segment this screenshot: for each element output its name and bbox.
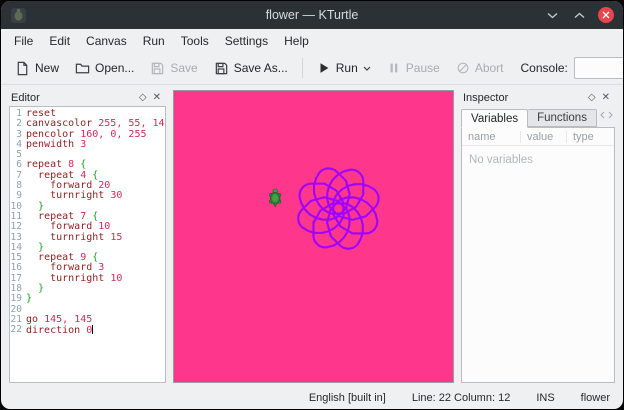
new-document-icon [15, 61, 30, 76]
menu-item-canvas[interactable]: Canvas [78, 31, 135, 51]
titlebar[interactable]: flower — KTurtle [1, 1, 623, 29]
editor-dock-header: Editor ◇ ✕ [9, 90, 166, 106]
code-text: penwidth 3 [26, 140, 86, 150]
inspector-dock: Inspector ◇ ✕ Variables Functions name v… [461, 90, 615, 383]
editor-title: Editor [11, 92, 136, 104]
status-language: English [built in] [309, 392, 386, 404]
open-button[interactable]: Open... [68, 57, 141, 80]
inspector-tabs: Variables Functions [461, 106, 615, 127]
menu-item-tools[interactable]: Tools [173, 31, 217, 51]
editor-dock: Editor ◇ ✕ 1reset2canvascolor 255, 55, 1… [9, 90, 166, 383]
app-icon [10, 7, 27, 24]
main-content: Editor ◇ ✕ 1reset2canvascolor 255, 55, 1… [1, 85, 623, 387]
abort-button[interactable]: Abort [449, 57, 511, 79]
inspector-float-button[interactable]: ◇ [585, 93, 599, 103]
code-text: go 145, 145 [26, 315, 92, 325]
window-title: flower — KTurtle [1, 8, 623, 22]
inspector-close-button[interactable]: ✕ [599, 93, 613, 103]
inspector-title: Inspector [463, 92, 585, 104]
new-button[interactable]: New [8, 57, 66, 80]
status-insert-mode: INS [536, 392, 554, 404]
text-cursor [92, 325, 93, 334]
menu-item-file[interactable]: File [6, 31, 41, 51]
save-button-label: Save [170, 61, 197, 75]
abort-button-label: Abort [475, 61, 504, 75]
variables-table-header: name value type [462, 128, 614, 146]
open-folder-icon [75, 61, 90, 76]
new-button-label: New [35, 61, 59, 75]
kturtle-window: flower — KTurtle File Edit Canvas Run To… [0, 0, 624, 410]
code-line[interactable]: 4penwidth 3 [10, 140, 165, 150]
console-label: Console: [521, 61, 568, 75]
code-line[interactable]: 18 } [10, 284, 165, 294]
code-text: } [26, 294, 32, 304]
pause-button-label: Pause [406, 61, 440, 75]
no-variables-text: No variables [462, 146, 614, 166]
pause-button[interactable]: Pause [380, 57, 447, 79]
toolbar: New Open... Save Save As... Run Pause Ab… [1, 52, 623, 85]
status-cursor-position: Line: 22 Column: 12 [412, 392, 510, 404]
line-number: 22 [10, 325, 26, 335]
inspector-dock-header: Inspector ◇ ✕ [461, 90, 615, 106]
menu-item-help[interactable]: Help [276, 31, 317, 51]
statusbar: English [built in] Line: 22 Column: 12 I… [1, 387, 623, 409]
save-button[interactable]: Save [143, 57, 204, 80]
editor-float-button[interactable]: ◇ [136, 93, 150, 103]
menubar: File Edit Canvas Run Tools Settings Help [1, 29, 623, 52]
open-button-label: Open... [95, 61, 134, 75]
code-text: direction 0 [26, 325, 93, 335]
run-button[interactable]: Run [310, 57, 378, 79]
canvas-drawing [174, 91, 453, 382]
column-header-type[interactable]: type [566, 131, 614, 143]
menu-item-run[interactable]: Run [135, 31, 173, 51]
status-filename: flower [581, 392, 610, 404]
save-as-icon [214, 61, 229, 76]
chevron-down-icon [363, 66, 371, 71]
tab-variables[interactable]: Variables [461, 109, 528, 128]
column-header-value[interactable]: value [520, 131, 566, 143]
tab-scroll-right-button[interactable] [608, 106, 613, 124]
save-as-button-label: Save As... [234, 61, 288, 75]
variables-panel: name value type No variables [461, 127, 615, 383]
console-combobox[interactable] [574, 57, 624, 79]
tab-functions[interactable]: Functions [528, 109, 597, 127]
column-header-name[interactable]: name [462, 131, 520, 143]
editor-close-button[interactable]: ✕ [150, 93, 164, 103]
run-button-label: Run [336, 61, 358, 75]
menu-item-settings[interactable]: Settings [217, 31, 276, 51]
save-icon [150, 61, 165, 76]
close-button[interactable] [598, 7, 614, 23]
code-editor[interactable]: 1reset2canvascolor 255, 55, 1403pencolor… [9, 106, 166, 383]
abort-icon [456, 61, 470, 75]
menu-item-edit[interactable]: Edit [41, 31, 78, 51]
minimize-button[interactable] [544, 7, 560, 23]
tab-scroll-left-button[interactable] [600, 106, 605, 124]
toolbar-separator [302, 58, 303, 78]
code-line[interactable]: 21go 145, 145 [10, 315, 165, 325]
code-line[interactable]: 19} [10, 294, 165, 304]
maximize-button[interactable] [571, 7, 587, 23]
turtle-canvas [173, 90, 454, 383]
save-as-button[interactable]: Save As... [207, 57, 295, 80]
code-line[interactable]: 22direction 0 [10, 325, 165, 335]
run-icon [317, 61, 331, 75]
pause-icon [387, 61, 401, 75]
